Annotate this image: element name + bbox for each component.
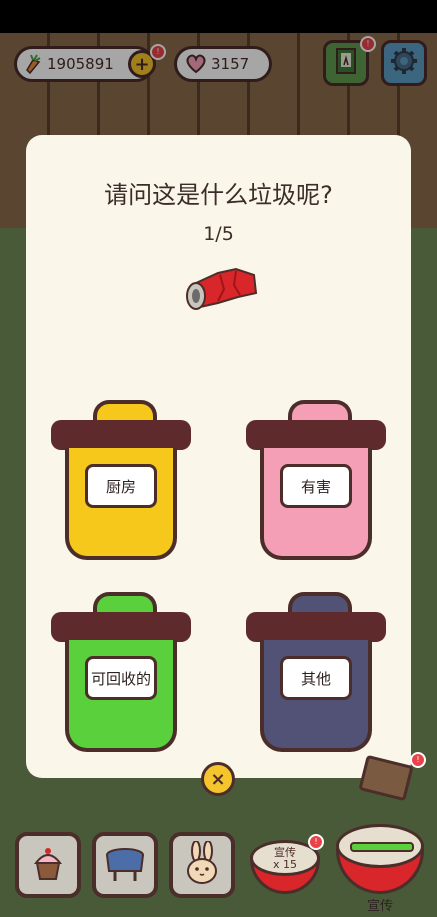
rabbit-icon xyxy=(182,840,222,889)
quiz-panel: 请问这是什么垃圾呢? 1/5 厨房 有害 可回收的 其他 xyxy=(26,135,411,778)
other-bin-label: 其他 xyxy=(280,656,352,700)
promo-badge: ! xyxy=(308,834,324,850)
promote-drum-button[interactable] xyxy=(336,822,424,894)
side-badge: ! xyxy=(410,752,426,768)
close-button[interactable]: × xyxy=(201,762,235,796)
kitchen-bin-label: 厨房 xyxy=(85,464,157,508)
drum-progress-bar xyxy=(350,842,414,852)
quiz-progress: 1/5 xyxy=(203,223,234,245)
recyclable-bin-label: 可回收的 xyxy=(85,656,157,700)
rabbit-slot[interactable] xyxy=(169,832,235,898)
promo-count: x 15 xyxy=(272,858,297,871)
close-icon: × xyxy=(210,768,226,790)
recyclable-waste-bin[interactable]: 可回收的 xyxy=(51,592,191,762)
quiz-title: 请问这是什么垃圾呢? xyxy=(104,181,333,209)
hazardous-bin-label: 有害 xyxy=(280,464,352,508)
other-waste-bin[interactable]: 其他 xyxy=(246,592,386,762)
table-slot[interactable] xyxy=(92,832,158,898)
drum-label: 宣传 xyxy=(366,899,393,914)
hazardous-waste-bin[interactable]: 有害 xyxy=(246,400,386,570)
kitchen-waste-bin[interactable]: 厨房 xyxy=(51,400,191,570)
table-icon xyxy=(103,843,147,887)
cupcake-slot[interactable] xyxy=(15,832,81,898)
cupcake-icon xyxy=(28,843,68,887)
crushed-can-icon xyxy=(178,263,258,313)
